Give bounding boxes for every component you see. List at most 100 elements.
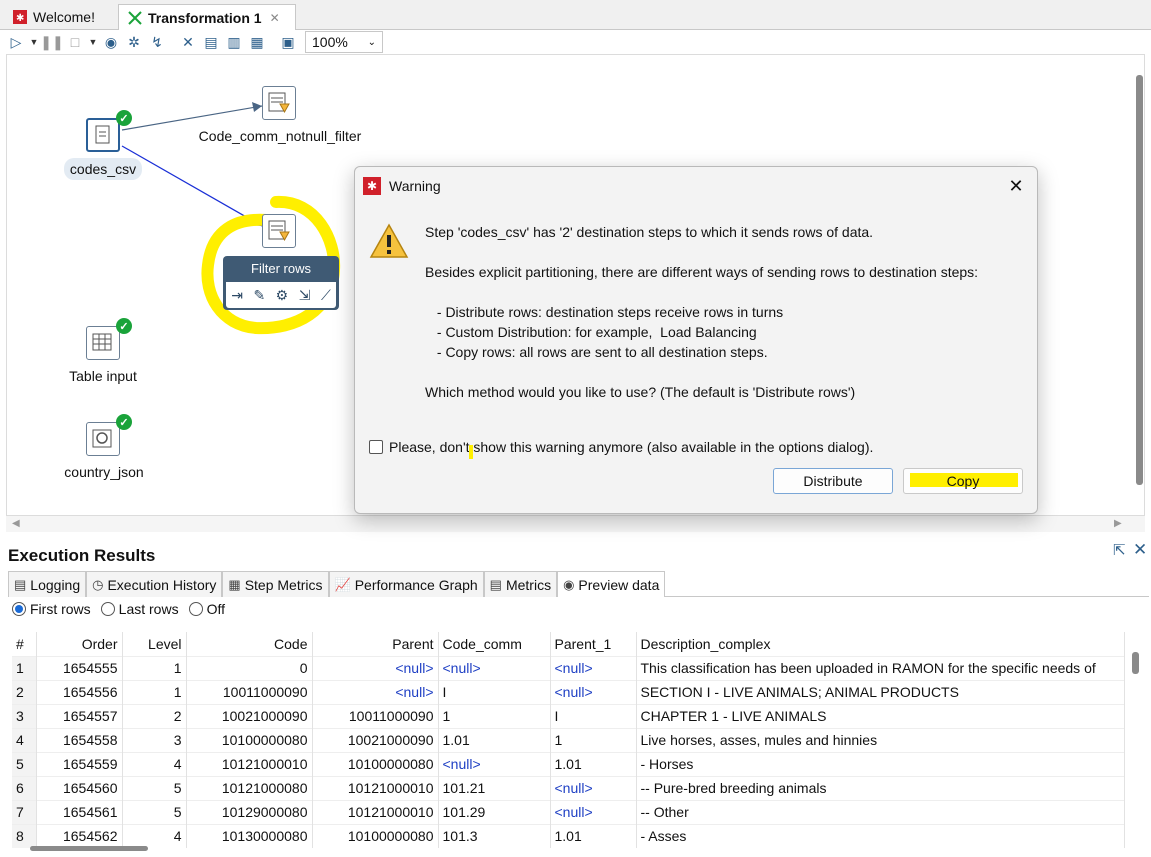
table-cell[interactable]: CHAPTER 1 - LIVE ANIMALS	[636, 703, 1125, 728]
table-row[interactable]: 8 1654562 4 10130000080 10100000080 101.3 1.01…	[12, 823, 1125, 848]
table-cell[interactable]: 101.21	[438, 775, 551, 800]
table-cell[interactable]: <null>	[550, 655, 637, 680]
table-row[interactable]: 1 1654555 1 0 <null> <null> <null> This classif…	[12, 655, 1125, 680]
tab-performance-graph[interactable]: 📈 Performance Graph	[328, 571, 484, 597]
table-cell[interactable]: This classification has been uploaded in…	[636, 655, 1125, 680]
edit-icon[interactable]: ✎	[253, 287, 265, 304]
column-header[interactable]: Level	[122, 632, 187, 656]
table-horizontal-scrollbar[interactable]	[30, 846, 148, 851]
table-cell[interactable]: - Horses	[636, 751, 1125, 776]
table-cell[interactable]: 10129000080	[186, 799, 313, 824]
table-cell[interactable]: 5	[12, 751, 37, 776]
table-cell[interactable]: I	[438, 679, 551, 704]
table-row[interactable]: 2 1654556 1 10011000090 <null> I <null> SECTION…	[12, 679, 1125, 704]
table-cell[interactable]: 10021000090	[186, 703, 313, 728]
scroll-right-icon[interactable]: ▶	[1114, 518, 1122, 529]
table-cell[interactable]: 10100000080	[312, 823, 439, 848]
table-cell[interactable]: 6	[12, 775, 37, 800]
table-cell[interactable]: 0	[186, 655, 313, 680]
tab-metrics[interactable]: ▤ Metrics	[483, 571, 558, 597]
table-cell[interactable]: 1.01	[550, 823, 637, 848]
table-row[interactable]: 7 1654561 5 10129000080 10121000010 101.29 <nu…	[12, 799, 1125, 824]
tab-preview-data[interactable]: ◉ Preview data	[557, 571, 666, 597]
table-cell[interactable]: <null>	[438, 655, 551, 680]
table-cell[interactable]: Live horses, asses, mules and hinnies	[636, 727, 1125, 752]
radio-first-rows[interactable]: First rows	[12, 601, 91, 617]
code-comm-filter-label[interactable]: Code_comm_notnull_filter	[190, 128, 370, 144]
table-cell[interactable]: 5	[122, 799, 187, 824]
table-cell[interactable]: 10121000010	[312, 775, 439, 800]
table-cell[interactable]: 4	[122, 823, 187, 848]
table-vertical-scrollbar[interactable]	[1132, 652, 1139, 674]
table-cell[interactable]: 1654559	[36, 751, 123, 776]
table-cell[interactable]: 1.01	[438, 727, 551, 752]
radio-button[interactable]	[100, 602, 115, 616]
dont-show-again-checkbox[interactable]	[369, 440, 383, 454]
table-cell[interactable]: 1654558	[36, 727, 123, 752]
table-cell[interactable]: 10121000010	[186, 751, 313, 776]
table-cell[interactable]: 1654556	[36, 679, 123, 704]
scroll-left-icon[interactable]: ◀	[12, 518, 20, 529]
copy-button[interactable]: Copy	[903, 468, 1023, 494]
gear-icon[interactable]: ⚙	[276, 287, 289, 304]
table-cell[interactable]: 101.3	[438, 823, 551, 848]
filter-step-icon[interactable]	[262, 86, 296, 120]
column-header[interactable]: Parent	[312, 632, 439, 656]
table-cell[interactable]: I	[550, 703, 637, 728]
table-row[interactable]: 3 1654557 2 10021000090 10011000090 1 I CHAPTER…	[12, 703, 1125, 728]
codes-csv-step-icon[interactable]	[86, 118, 120, 152]
table-cell[interactable]: 4	[122, 751, 187, 776]
table-cell[interactable]: - Asses	[636, 823, 1125, 848]
country-json-step-icon[interactable]	[86, 422, 120, 456]
table-cell[interactable]: 10121000010	[312, 799, 439, 824]
column-header[interactable]: #	[12, 632, 37, 656]
table-cell[interactable]: SECTION I - LIVE ANIMALS; ANIMAL PRODUCT…	[636, 679, 1125, 704]
table-cell[interactable]: 1.01	[550, 751, 637, 776]
close-icon[interactable]: ✕	[1133, 540, 1147, 560]
table-cell[interactable]: <null>	[550, 775, 637, 800]
table-cell[interactable]: 10100000080	[186, 727, 313, 752]
table-input-step-icon[interactable]	[86, 326, 120, 360]
table-cell[interactable]: 3	[12, 703, 37, 728]
column-header[interactable]: Parent_1	[550, 632, 637, 656]
tab-step-metrics[interactable]: ▦ Step Metrics	[222, 571, 329, 597]
table-cell[interactable]: 10121000080	[186, 775, 313, 800]
table-row[interactable]: 6 1654560 5 10121000080 10121000010 101.21 <nu…	[12, 775, 1125, 800]
table-cell[interactable]: -- Pure-bred breeding animals	[636, 775, 1125, 800]
table-cell[interactable]: 10130000080	[186, 823, 313, 848]
table-cell[interactable]: <null>	[312, 655, 439, 680]
table-cell[interactable]: 1	[122, 679, 187, 704]
canvas-vertical-scrollbar[interactable]	[1136, 75, 1143, 485]
radio-button[interactable]	[188, 602, 203, 616]
table-cell[interactable]: -- Other	[636, 799, 1125, 824]
table-cell[interactable]: 1654555	[36, 655, 123, 680]
table-cell[interactable]: 4	[12, 727, 37, 752]
table-cell[interactable]: 3	[122, 727, 187, 752]
table-cell[interactable]: <null>	[550, 799, 637, 824]
table-cell[interactable]: 1654560	[36, 775, 123, 800]
filter-rows-step-icon[interactable]	[262, 214, 296, 248]
table-cell[interactable]: 7	[12, 799, 37, 824]
table-cell[interactable]: 10011000090	[312, 703, 439, 728]
table-cell[interactable]: <null>	[550, 679, 637, 704]
hop-icon[interactable]: ⟋	[321, 287, 331, 304]
tab-execution-history[interactable]: ◷ Execution History	[86, 571, 223, 597]
table-cell[interactable]: 10100000080	[312, 751, 439, 776]
canvas-horizontal-scrollbar[interactable]: ◀ ▶	[6, 516, 1145, 532]
tab-logging[interactable]: ▤ Logging	[8, 571, 87, 597]
column-header[interactable]: Code	[186, 632, 313, 656]
table-input-label[interactable]: Table input	[54, 368, 152, 384]
output-icon[interactable]: ⇲	[299, 287, 311, 304]
radio-button[interactable]	[12, 602, 26, 616]
table-cell[interactable]: 1654561	[36, 799, 123, 824]
table-row[interactable]: 4 1654558 3 10100000080 10021000090 1.01 1 Live…	[12, 727, 1125, 752]
table-cell[interactable]: 2	[12, 679, 37, 704]
table-cell[interactable]: 1	[438, 703, 551, 728]
table-cell[interactable]: 101.29	[438, 799, 551, 824]
radio-off[interactable]: Off	[188, 601, 225, 617]
table-cell[interactable]: 10011000090	[186, 679, 313, 704]
table-row[interactable]: 5 1654559 4 10121000010 10100000080 <null> 1.0…	[12, 751, 1125, 776]
table-cell[interactable]: <null>	[312, 679, 439, 704]
input-icon[interactable]: ⇥	[231, 287, 243, 304]
maximize-icon[interactable]: ⇱	[1113, 541, 1126, 559]
